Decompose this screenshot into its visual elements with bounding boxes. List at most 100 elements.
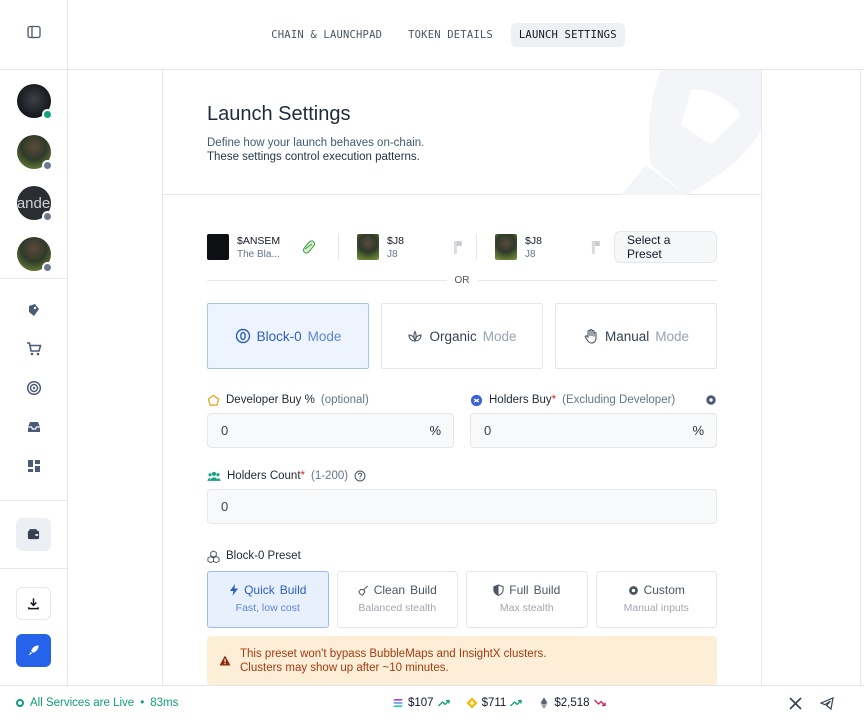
holders-count-field: Holders Count * (1-200) 0	[207, 469, 717, 524]
wallet-icon	[27, 529, 40, 540]
lightning-icon	[230, 584, 239, 596]
wallet-section	[0, 501, 67, 569]
developer-buy-field: Developer Buy % (optional) 0 %	[207, 393, 454, 448]
preset-custom[interactable]: Custom Manual inputs	[595, 571, 717, 628]
avatar-4[interactable]	[16, 237, 53, 273]
step-tabs: CHAIN & LAUNCHPAD TOKEN DETAILS LAUNCH S…	[68, 0, 864, 70]
preset-title: Quick Build	[208, 583, 328, 597]
avatar-3[interactable]: ande	[16, 186, 53, 222]
token-symbol: $J8	[387, 234, 404, 247]
warning-line-1: This preset won't bypass BubbleMaps and …	[240, 647, 547, 660]
warning-icon	[219, 655, 231, 666]
target-icon	[26, 380, 41, 396]
preset-title-word: Clean	[373, 583, 406, 597]
tab-chain-launchpad[interactable]: CHAIN & LAUNCHPAD	[263, 23, 390, 47]
label-text: Block-0 Preset	[226, 550, 301, 562]
mode-manual[interactable]: Manual Mode	[555, 303, 717, 369]
sidebar-item-dashboard[interactable]	[17, 449, 51, 483]
live-indicator-icon	[16, 699, 24, 707]
holders-buy-field: Holders Buy * (Excluding Developer) 0 %	[470, 393, 717, 448]
developer-buy-label: Developer Buy % (optional)	[207, 393, 454, 407]
token-image	[207, 234, 229, 260]
holders-count-input[interactable]: 0	[207, 489, 717, 524]
avatar-1[interactable]	[16, 84, 53, 120]
x-twitter-icon[interactable]	[789, 696, 802, 710]
shield-icon	[493, 584, 504, 596]
rocket-icon	[28, 645, 39, 656]
tab-token-details[interactable]: TOKEN DETAILS	[400, 23, 501, 47]
holders-buy-input[interactable]: 0 %	[470, 413, 717, 448]
mode-name: Block-0	[256, 328, 302, 344]
label-note: (Excluding Developer)	[562, 394, 676, 406]
label-text: Holders Count	[227, 470, 301, 482]
help-icon[interactable]	[354, 470, 366, 482]
ethereum-icon	[540, 697, 548, 709]
price-sol: $107	[392, 697, 450, 709]
preset-title: Full Build	[467, 583, 587, 597]
sidebar-item-cart[interactable]	[17, 332, 51, 366]
preset-token[interactable]: $ANSEM The Bla...	[207, 234, 338, 260]
or-divider: OR	[207, 275, 717, 286]
download-button[interactable]	[16, 587, 51, 620]
tag-icon	[28, 304, 39, 316]
label-range: (1-200)	[311, 470, 349, 482]
pill-icon	[302, 240, 316, 254]
label-text: Developer Buy %	[226, 394, 315, 406]
token-image	[495, 234, 518, 260]
preset-token[interactable]: $J8 J8	[476, 234, 614, 260]
preset-token[interactable]: $J8 J8	[338, 234, 476, 260]
preset-subtitle: Balanced stealth	[358, 602, 437, 614]
solana-icon	[393, 699, 403, 707]
status-offline-dot	[41, 160, 53, 171]
mode-name: Organic	[429, 328, 477, 344]
card-header: Launch Settings Define how your launch b…	[163, 70, 761, 195]
preset-title-word: Full	[509, 583, 529, 597]
service-status: All Services are Live • 83ms	[16, 697, 178, 709]
telegram-icon[interactable]	[820, 696, 834, 710]
token-name: J8	[525, 248, 536, 260]
preset-subtitle: Manual inputs	[623, 602, 689, 614]
preset-full-build[interactable]: Full Build Max stealth	[466, 571, 588, 628]
or-label: OR	[454, 275, 470, 286]
mode-organic[interactable]: Organic Mode	[381, 303, 543, 369]
preset-quick-build[interactable]: Quick Build Fast, low cost	[207, 571, 329, 628]
developer-buy-input[interactable]: 0 %	[207, 413, 454, 448]
sidebar-toggle-icon[interactable]	[26, 25, 41, 44]
inbox-icon	[27, 422, 40, 432]
token-name: The Bla...	[237, 248, 280, 260]
wallet-button[interactable]	[16, 518, 51, 551]
preset-title-word: Build	[533, 583, 561, 597]
sidebar-actions	[0, 569, 67, 667]
token-symbol: $J8	[525, 234, 542, 247]
mode-name: Manual	[604, 328, 650, 344]
mode-block-0[interactable]: Block-0 Mode	[207, 303, 369, 369]
sidebar-item-target[interactable]	[17, 371, 51, 405]
trend-up-icon	[437, 699, 450, 707]
card-body: $ANSEM The Bla... $J8 J8 $J8 J8 Select a…	[163, 195, 761, 685]
latency-value: 83ms	[150, 697, 179, 709]
dashboard-icon	[27, 460, 40, 472]
launch-button[interactable]	[16, 634, 51, 667]
sidebar: ande	[0, 0, 68, 685]
warning-line-2: Clusters may show up after ~10 minutes.	[240, 661, 449, 674]
required-marker: *	[300, 470, 305, 482]
token-info: $J8 J8	[525, 235, 578, 260]
warning-text: This preset won't bypass BubbleMaps and …	[240, 647, 546, 675]
mode-suffix: Mode	[482, 328, 517, 344]
sidebar-item-inbox[interactable]	[17, 410, 51, 444]
select-preset-button[interactable]: Select a Preset	[614, 231, 717, 263]
price-value: $2,518	[554, 697, 590, 709]
cart-icon	[26, 342, 42, 356]
sidebar-item-tokens[interactable]	[17, 293, 51, 327]
input-value: 0	[221, 423, 229, 438]
percent-suffix: %	[429, 423, 441, 438]
cubes-icon	[207, 549, 220, 563]
preset-title-word: Custom	[643, 583, 685, 597]
preset-clean-build[interactable]: Clean Build Balanced stealth	[336, 571, 458, 628]
flag-icon	[454, 241, 463, 254]
tab-launch-settings[interactable]: LAUNCH SETTINGS	[510, 22, 625, 47]
percent-suffix: %	[692, 423, 704, 438]
avatar-2[interactable]	[16, 135, 53, 171]
preset-subtitle: Max stealth	[499, 602, 554, 614]
settings-gear-icon[interactable]	[705, 394, 717, 406]
